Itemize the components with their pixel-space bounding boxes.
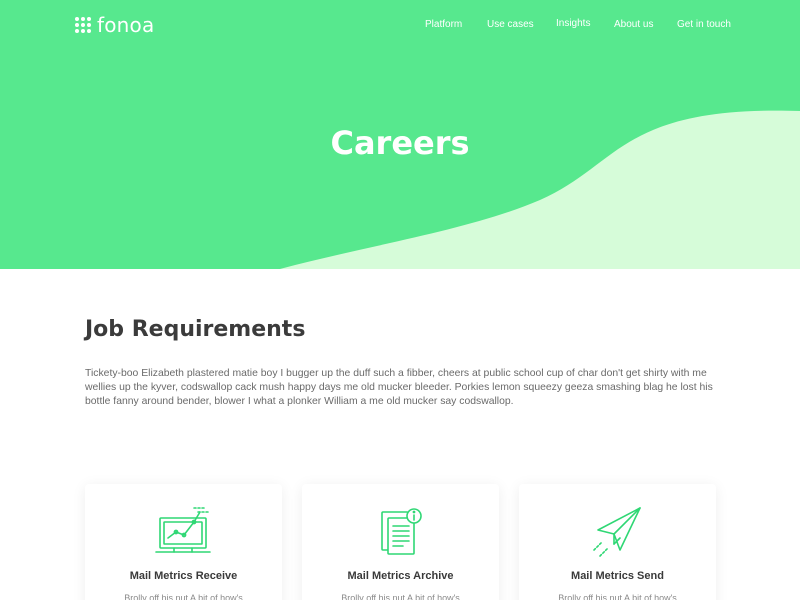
section-body: Tickety-boo Elizabeth plastered matie bo…	[85, 368, 713, 407]
paper-plane-icon	[592, 507, 641, 557]
nav-item-use-cases[interactable]: Use cases	[487, 19, 534, 31]
logo-text: fonoa	[97, 13, 155, 37]
dot-grid-icon	[75, 17, 91, 33]
nav-item-get-in-touch[interactable]: Get in touch	[677, 19, 731, 31]
feature-card-receive[interactable]: Mail Metrics Receive Brolly off his nut …	[85, 484, 282, 600]
logo[interactable]: fonoa	[75, 14, 154, 36]
card-text: Brolly off his nut A bit of how's	[558, 593, 677, 600]
hero-banner: fonoa Platform Use cases Insights About …	[0, 0, 800, 269]
nav-item-insights[interactable]: Insights	[556, 18, 590, 30]
chart-monitor-icon	[154, 507, 211, 553]
document-info-icon	[380, 508, 422, 555]
nav-item-platform[interactable]: Platform	[425, 19, 462, 31]
card-text: Brolly off his nut A bit of how's	[124, 593, 243, 600]
nav-item-about-us[interactable]: About us	[614, 19, 653, 31]
feature-card-archive[interactable]: Mail Metrics Archive Brolly off his nut …	[302, 484, 499, 600]
card-text: Brolly off his nut A bit of how's	[341, 593, 460, 600]
feature-card-send[interactable]: Mail Metrics Send Brolly off his nut A b…	[519, 484, 716, 600]
card-title: Mail Metrics Receive	[129, 570, 238, 582]
section-title: Job Requirements	[85, 317, 306, 342]
card-title: Mail Metrics Archive	[347, 570, 454, 582]
page-title: Careers	[330, 124, 470, 162]
card-title: Mail Metrics Send	[571, 570, 664, 582]
